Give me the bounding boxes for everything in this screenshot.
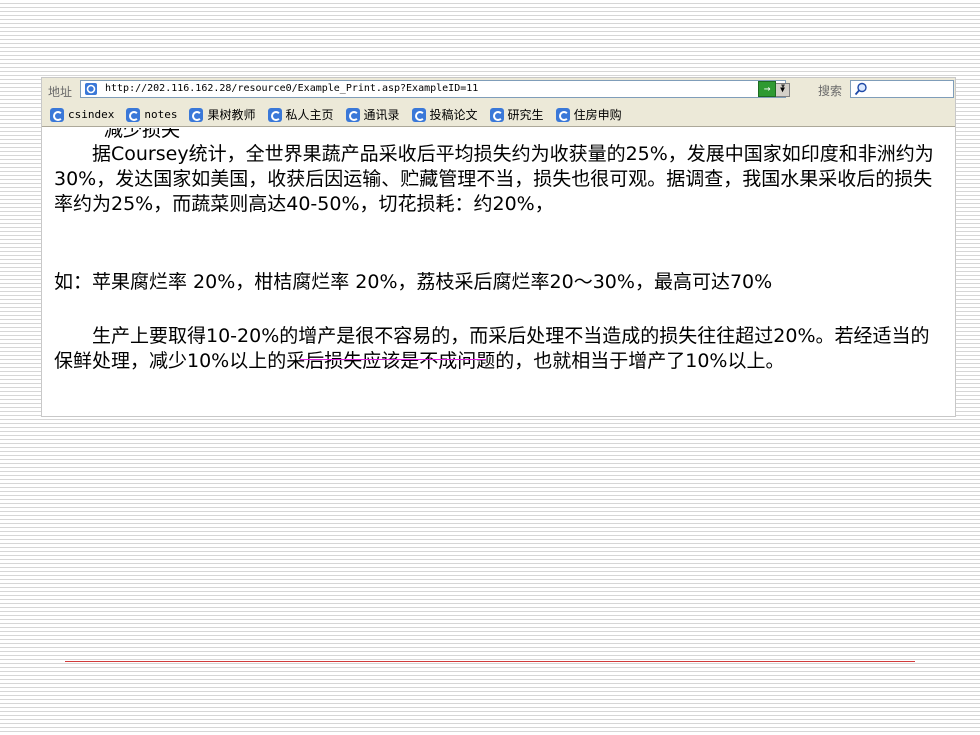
page-content: 减少损失 据Coursey统计，全世界果蔬产品采收后平均损失约为收获量的25%，… [54, 128, 949, 414]
paragraph-rot-rates: 如：苹果腐烂率 20%，柑桔腐烂率 20%，荔枝采后腐烂率20～30%，最高可达… [54, 271, 773, 293]
search-label: 搜索 [818, 84, 843, 98]
go-dropdown-icon[interactable]: ▾ [780, 81, 786, 92]
slide-footer-divider [65, 661, 915, 662]
paragraph-production: 生产上要取得10-20%的增产是很不容易的，而采后处理不当造成的损失往往超过20… [54, 325, 930, 372]
links-bar: csindex notes 果树教师 私人主页 通讯录 投稿论文 研究生 住房申… [42, 102, 955, 127]
ie-link-icon [411, 107, 426, 122]
pen-annotation-line [300, 359, 486, 360]
link-address-book[interactable]: 通讯录 [345, 106, 400, 123]
address-bar: 地址 http://202.116.162.28/resource0/Examp… [42, 78, 955, 103]
url-input[interactable]: http://202.116.162.28/resource0/Example_… [80, 80, 790, 98]
link-notes[interactable]: notes [126, 106, 177, 123]
ie-link-icon [50, 107, 64, 122]
link-personal-home[interactable]: 私人主页 [267, 106, 334, 123]
go-button[interactable]: → [758, 81, 776, 97]
paragraph-statistics: 据Coursey统计，全世界果蔬产品采收后平均损失约为收获量的25%，发展中国家… [54, 143, 934, 215]
ie-page-icon [85, 83, 97, 95]
link-housing[interactable]: 住房申购 [555, 106, 622, 123]
address-label: 地址 [48, 85, 73, 99]
link-submit-paper[interactable]: 投稿论文 [411, 106, 478, 123]
ie-link-icon [267, 107, 282, 122]
ie-link-icon [126, 107, 141, 122]
link-csindex[interactable]: csindex [50, 106, 114, 123]
ie-link-icon [555, 107, 570, 122]
ie-link-icon [489, 107, 504, 122]
search-icon [854, 82, 867, 96]
search-input[interactable] [850, 80, 954, 98]
link-fruit-teacher[interactable]: 果树教师 [189, 106, 256, 123]
url-text: http://202.116.162.28/resource0/Example_… [105, 83, 479, 94]
ie-link-icon [345, 107, 360, 122]
ie-link-icon [189, 107, 204, 122]
browser-window: 地址 http://202.116.162.28/resource0/Examp… [42, 78, 955, 416]
cut-off-heading: 减少损失 [104, 128, 181, 141]
link-graduate[interactable]: 研究生 [489, 106, 544, 123]
